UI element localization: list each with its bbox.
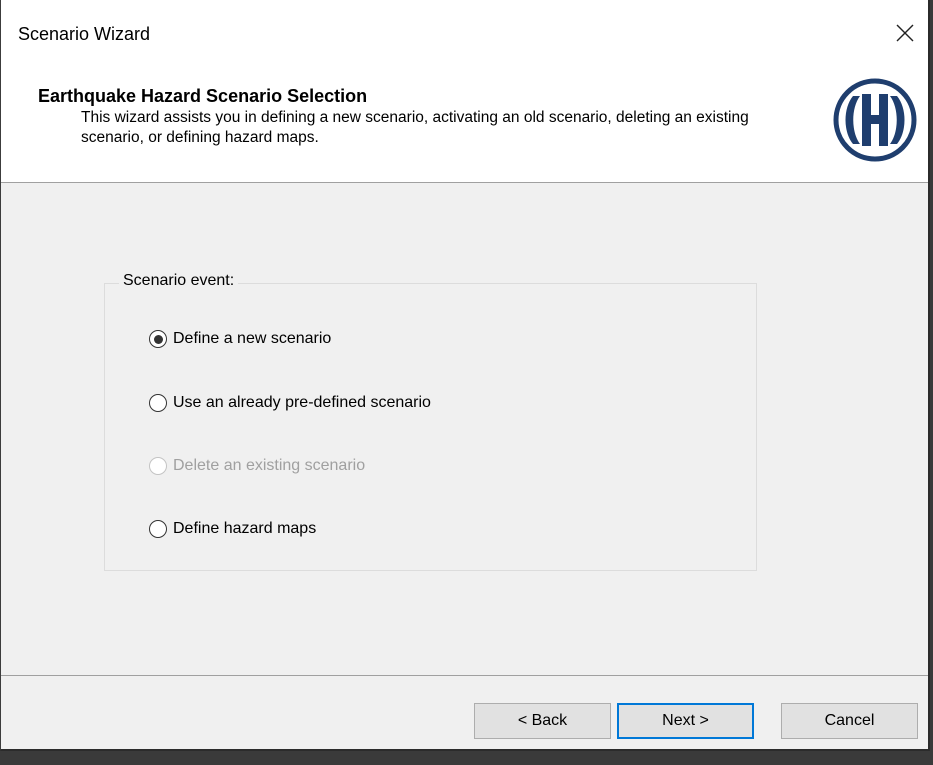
radio-label: Use an already pre-defined scenario bbox=[173, 394, 431, 411]
header-title: Earthquake Hazard Scenario Selection bbox=[38, 86, 368, 106]
window-title: Scenario Wizard bbox=[18, 24, 151, 44]
radio-button[interactable] bbox=[149, 520, 167, 538]
footer-divider bbox=[1, 675, 928, 676]
radio-label: Define hazard maps bbox=[173, 520, 317, 537]
radio-button-selected[interactable] bbox=[149, 330, 167, 348]
group-legend: Scenario event: bbox=[119, 272, 239, 290]
scenario-event-group: Scenario event: Define a new scenario Us… bbox=[104, 272, 757, 571]
radio-define-hazard-maps[interactable]: Define hazard maps bbox=[149, 520, 316, 538]
radio-use-predefined-scenario[interactable]: Use an already pre-defined scenario bbox=[149, 394, 431, 412]
header-description: This wizard assists you in defining a ne… bbox=[81, 109, 749, 146]
scenario-wizard-window: Scenario Wizard Earthquake Hazard Scenar… bbox=[0, 0, 930, 751]
wizard-header: Earthquake Hazard Scenario Selection Thi… bbox=[1, 72, 928, 183]
radio-label: Define a new scenario bbox=[173, 330, 332, 347]
radio-define-new-scenario[interactable]: Define a new scenario bbox=[149, 330, 331, 348]
radio-delete-existing-scenario: Delete an existing scenario bbox=[149, 457, 365, 475]
radio-label: Delete an existing scenario bbox=[173, 457, 366, 474]
radio-button-disabled bbox=[149, 457, 167, 475]
back-button[interactable]: < Back bbox=[474, 703, 611, 739]
hazus-h-logo-icon bbox=[833, 78, 917, 162]
close-button[interactable] bbox=[882, 10, 928, 56]
close-icon bbox=[896, 24, 914, 42]
cancel-button[interactable]: Cancel bbox=[781, 703, 918, 739]
radio-button[interactable] bbox=[149, 394, 167, 412]
title-bar: Scenario Wizard bbox=[1, 0, 928, 72]
next-button[interactable]: Next > bbox=[617, 703, 754, 739]
wizard-body: Scenario event: Define a new scenario Us… bbox=[1, 183, 928, 675]
